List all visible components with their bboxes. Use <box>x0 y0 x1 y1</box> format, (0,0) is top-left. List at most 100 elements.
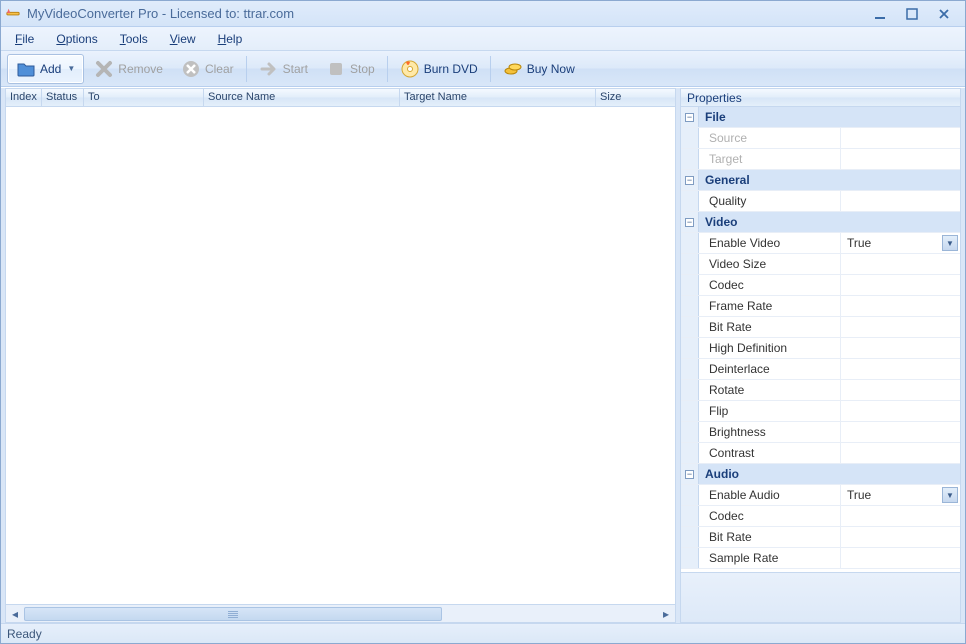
collapse-icon[interactable]: − <box>685 176 694 185</box>
prop-deinterlace-value[interactable] <box>841 359 960 379</box>
burn-label: Burn DVD <box>424 62 478 76</box>
scroll-right-icon[interactable]: ▸ <box>657 606 675 622</box>
main-area: Index Status To Source Name Target Name … <box>1 87 965 623</box>
section-file-label: File <box>699 107 960 127</box>
prop-deinterlace-label: Deinterlace <box>699 359 841 379</box>
menu-file[interactable]: File <box>11 30 38 48</box>
start-label: Start <box>283 62 308 76</box>
col-index[interactable]: Index <box>6 89 42 106</box>
menu-options[interactable]: Options <box>52 30 101 48</box>
collapse-icon[interactable]: − <box>685 470 694 479</box>
prop-flip[interactable]: Flip <box>681 401 960 422</box>
prop-enable-video[interactable]: Enable Video True ▼ <box>681 233 960 254</box>
col-source[interactable]: Source Name <box>204 89 400 106</box>
clear-button[interactable]: Clear <box>173 54 242 84</box>
x-icon <box>94 59 114 79</box>
prop-quality[interactable]: Quality <box>681 191 960 212</box>
prop-bit-rate[interactable]: Bit Rate <box>681 317 960 338</box>
prop-quality-value[interactable] <box>841 191 960 211</box>
prop-contrast[interactable]: Contrast <box>681 443 960 464</box>
minimize-button[interactable] <box>871 5 889 23</box>
menu-view-label: iew <box>178 32 196 46</box>
prop-rotate[interactable]: Rotate <box>681 380 960 401</box>
prop-enable-video-value-text: True <box>847 236 871 250</box>
toolbar-separator <box>387 56 388 82</box>
prop-audio-codec[interactable]: Codec <box>681 506 960 527</box>
prop-file-target-value[interactable] <box>841 149 960 169</box>
prop-video-size-value[interactable] <box>841 254 960 274</box>
remove-button[interactable]: Remove <box>86 54 171 84</box>
prop-audio-bit-rate-value[interactable] <box>841 527 960 547</box>
collapse-icon[interactable]: − <box>685 113 694 122</box>
prop-high-definition[interactable]: High Definition <box>681 338 960 359</box>
prop-brightness-value[interactable] <box>841 422 960 442</box>
prop-file-target[interactable]: Target <box>681 149 960 170</box>
scroll-left-icon[interactable]: ◂ <box>6 606 24 622</box>
prop-video-codec-value[interactable] <box>841 275 960 295</box>
section-general[interactable]: − General <box>681 170 960 191</box>
prop-frame-rate[interactable]: Frame Rate <box>681 296 960 317</box>
prop-audio-codec-value[interactable] <box>841 506 960 526</box>
prop-high-definition-value[interactable] <box>841 338 960 358</box>
scroll-track[interactable] <box>24 607 657 621</box>
status-text: Ready <box>7 627 42 641</box>
menu-help-label: elp <box>226 32 242 46</box>
prop-video-codec[interactable]: Codec <box>681 275 960 296</box>
col-size[interactable]: Size <box>596 89 652 106</box>
properties-scroll[interactable]: − File Source Target − General <box>681 107 960 572</box>
file-list-body[interactable] <box>5 107 676 605</box>
prop-file-source[interactable]: Source <box>681 128 960 149</box>
toolbar-separator <box>246 56 247 82</box>
buy-now-button[interactable]: Buy Now <box>495 54 583 84</box>
chevron-down-icon[interactable]: ▼ <box>942 487 958 503</box>
col-to[interactable]: To <box>84 89 204 106</box>
add-button[interactable]: Add ▼ <box>7 54 84 84</box>
prop-file-source-value[interactable] <box>841 128 960 148</box>
prop-enable-video-value[interactable]: True ▼ <box>841 233 960 253</box>
prop-brightness[interactable]: Brightness <box>681 422 960 443</box>
toolbar-separator <box>490 56 491 82</box>
prop-enable-audio[interactable]: Enable Audio True ▼ <box>681 485 960 506</box>
prop-audio-sample-rate[interactable]: Sample Rate <box>681 548 960 569</box>
prop-flip-value[interactable] <box>841 401 960 421</box>
prop-rotate-value[interactable] <box>841 380 960 400</box>
menu-help[interactable]: Help <box>214 30 247 48</box>
prop-file-target-label: Target <box>699 149 841 169</box>
prop-deinterlace[interactable]: Deinterlace <box>681 359 960 380</box>
start-button[interactable]: Start <box>251 54 316 84</box>
prop-frame-rate-value[interactable] <box>841 296 960 316</box>
col-target[interactable]: Target Name <box>400 89 596 106</box>
properties-grid: − File Source Target − General <box>680 107 961 573</box>
status-bar: Ready <box>1 623 965 643</box>
prop-enable-audio-value[interactable]: True ▼ <box>841 485 960 505</box>
horizontal-scrollbar[interactable]: ◂ ▸ <box>5 605 676 623</box>
prop-enable-video-label: Enable Video <box>699 233 841 253</box>
stop-button[interactable]: Stop <box>318 54 383 84</box>
scroll-thumb[interactable] <box>24 607 442 621</box>
properties-header: Properties <box>680 88 961 107</box>
toolbar: Add ▼ Remove Clear Start Stop Burn DVD <box>1 51 965 87</box>
menu-tools[interactable]: Tools <box>116 30 152 48</box>
maximize-button[interactable] <box>903 5 921 23</box>
menu-options-label: ptions <box>66 32 98 46</box>
stop-label: Stop <box>350 62 375 76</box>
chevron-down-icon[interactable]: ▼ <box>942 235 958 251</box>
prop-bit-rate-value[interactable] <box>841 317 960 337</box>
close-button[interactable] <box>935 5 953 23</box>
section-file[interactable]: − File <box>681 107 960 128</box>
prop-contrast-value[interactable] <box>841 443 960 463</box>
menu-view[interactable]: View <box>166 30 200 48</box>
disc-icon <box>400 59 420 79</box>
burn-dvd-button[interactable]: Burn DVD <box>392 54 486 84</box>
prop-audio-bit-rate[interactable]: Bit Rate <box>681 527 960 548</box>
section-video[interactable]: − Video <box>681 212 960 233</box>
prop-high-definition-label: High Definition <box>699 338 841 358</box>
menu-tools-label: ools <box>126 32 148 46</box>
clear-label: Clear <box>205 62 234 76</box>
prop-audio-sample-rate-value[interactable] <box>841 548 960 568</box>
section-audio[interactable]: − Audio <box>681 464 960 485</box>
collapse-icon[interactable]: − <box>685 218 694 227</box>
prop-video-size-label: Video Size <box>699 254 841 274</box>
col-status[interactable]: Status <box>42 89 84 106</box>
prop-video-size[interactable]: Video Size <box>681 254 960 275</box>
